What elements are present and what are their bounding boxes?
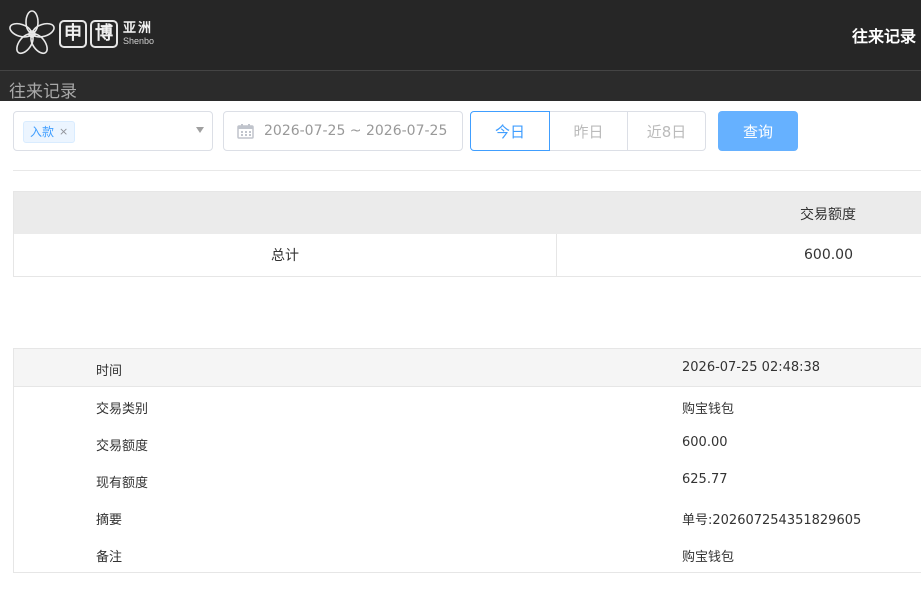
detail-row-summary: 摘要 单号:202607254351829605: [14, 498, 921, 535]
detail-label: 现有额度: [96, 476, 149, 491]
calendar-icon: [237, 123, 254, 140]
type-tag-label: 入款: [30, 125, 55, 139]
logo-text: 亚洲 Shenbo: [123, 22, 154, 46]
detail-row-type: 交易类别 购宝钱包: [14, 387, 921, 424]
date-range-value: 2026-07-25 ~ 2026-07-25: [264, 123, 448, 139]
date-range-picker[interactable]: 2026-07-25 ~ 2026-07-25: [223, 111, 463, 151]
summary-header: 交易额度: [14, 192, 921, 234]
divider: [13, 170, 921, 171]
quick-date-group: 今日 昨日 近8日: [470, 111, 706, 151]
query-button[interactable]: 查询: [718, 111, 798, 151]
detail-value: 单号:202607254351829605: [682, 513, 862, 528]
detail-value: 625.77: [682, 472, 728, 487]
detail-label: 备注: [96, 550, 123, 565]
detail-value: 购宝钱包: [682, 402, 735, 417]
detail-row-balance: 现有额度 625.77: [14, 461, 921, 498]
transaction-detail-table: 时间 2026-07-25 02:48:38 交易类别 购宝钱包 交易额度 60…: [13, 348, 921, 573]
page-subheader: 往来记录: [0, 70, 921, 102]
detail-value: 600.00: [682, 435, 728, 450]
page-title: 往来记录: [9, 82, 77, 102]
summary-header-amount: 交易额度: [800, 207, 856, 223]
logo-char-shen: 申: [59, 20, 87, 48]
detail-row-amount: 交易额度 600.00: [14, 424, 921, 461]
yesterday-button[interactable]: 昨日: [549, 111, 628, 151]
summary-table: 交易额度 总计 600.00: [13, 191, 921, 277]
top-header: 申 博 亚洲 Shenbo 往来记录: [0, 0, 921, 70]
detail-row-time: 时间 2026-07-25 02:48:38: [14, 349, 921, 387]
logo-asia-text: 亚洲: [123, 21, 154, 36]
type-tag: 入款 ×: [23, 121, 76, 143]
today-button[interactable]: 今日: [470, 111, 550, 151]
detail-value: 购宝钱包: [682, 550, 735, 565]
total-label: 总计: [14, 234, 557, 276]
detail-label: 时间: [96, 364, 123, 379]
detail-label: 摘要: [96, 513, 123, 528]
logo-char-bo: 博: [90, 20, 118, 48]
detail-label: 交易类别: [96, 402, 149, 417]
transaction-type-select[interactable]: 入款 ×: [13, 111, 213, 151]
flower-logo-icon: [9, 10, 55, 55]
total-value: 600.00: [804, 247, 853, 263]
close-icon[interactable]: ×: [59, 122, 68, 142]
detail-row-remark: 备注 购宝钱包: [14, 535, 921, 572]
last-8-days-button[interactable]: 近8日: [627, 111, 706, 151]
header-title: 往来记录: [851, 27, 916, 46]
detail-label: 交易额度: [96, 439, 149, 454]
brand-logo[interactable]: 申 博 亚洲 Shenbo: [8, 9, 154, 59]
detail-value: 2026-07-25 02:48:38: [682, 360, 821, 375]
summary-total-row: 总计 600.00: [14, 234, 921, 276]
logo-english-text: Shenbo: [123, 36, 155, 46]
chevron-down-icon[interactable]: [196, 127, 204, 133]
